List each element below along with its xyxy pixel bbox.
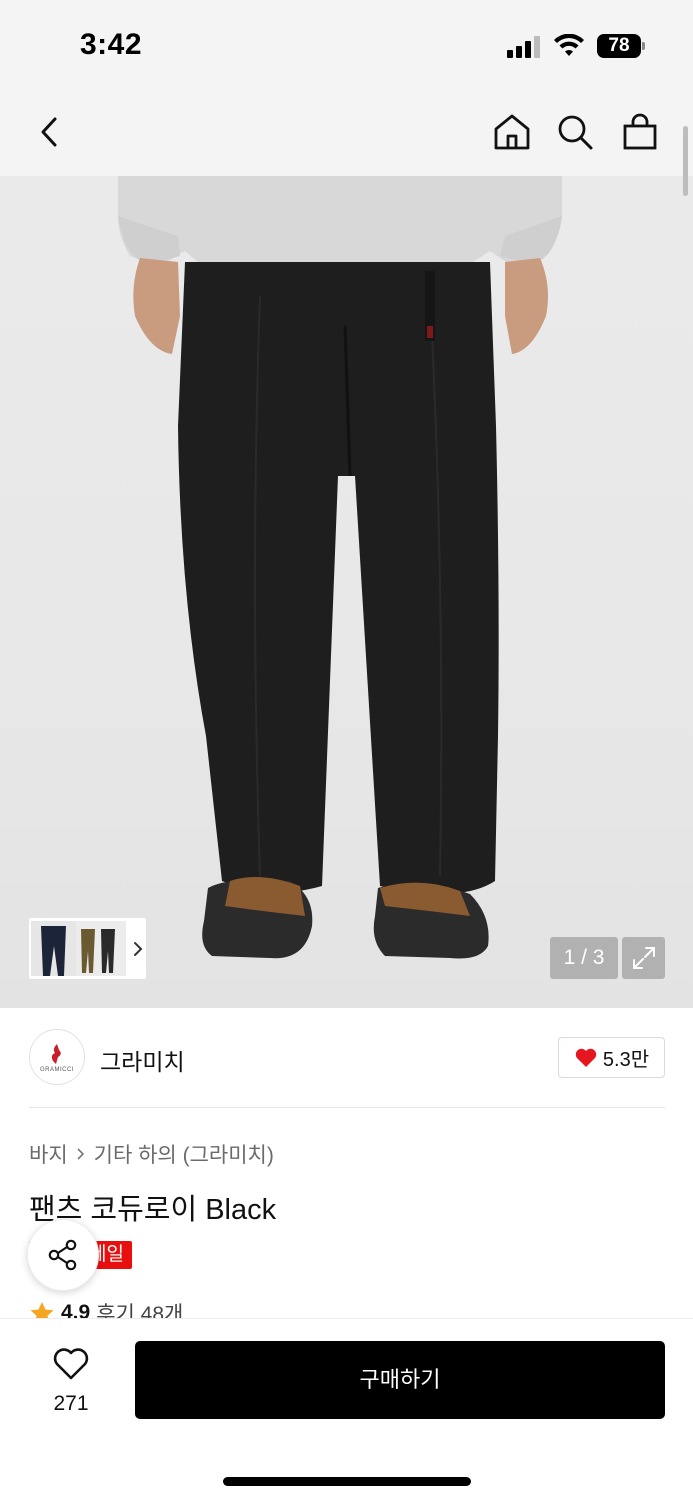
status-time: 3:42 (80, 28, 143, 61)
breadcrumb-item[interactable]: 기타 하의 (그라미치) (94, 1139, 274, 1169)
scrollbar[interactable] (683, 126, 688, 196)
share-button[interactable] (27, 1219, 99, 1291)
share-icon (48, 1239, 77, 1271)
home-indicator[interactable] (223, 1477, 471, 1486)
expand-icon[interactable] (622, 937, 665, 979)
image-page-indicator: 1 / 3 (550, 937, 618, 979)
color-thumbnail-strip[interactable] (29, 918, 146, 979)
chevron-right-icon (134, 941, 143, 956)
color-thumbnails (31, 921, 126, 976)
buy-button[interactable]: 구매하기 (135, 1341, 665, 1419)
brand-name[interactable]: 그라미치 (100, 1043, 185, 1077)
search-icon[interactable] (553, 110, 597, 154)
breadcrumb: 바지 기타 하의 (그라미치) (29, 1139, 274, 1169)
brand-like-count: 5.3만 (602, 1049, 650, 1071)
brand-like-button[interactable]: 5.3만 (558, 1037, 665, 1078)
brand-logo-text: GRAMICCI (40, 1066, 74, 1073)
chevron-right-icon (77, 1148, 84, 1160)
back-icon[interactable] (28, 110, 72, 154)
divider (29, 1107, 665, 1108)
heart-outline-icon (53, 1348, 89, 1380)
wifi-icon (554, 34, 584, 56)
navigation-bar (0, 88, 693, 176)
status-bar: 3:42 78 (0, 0, 693, 88)
breadcrumb-item[interactable]: 바지 (29, 1139, 68, 1169)
product-image[interactable] (0, 176, 693, 1008)
bottom-action-bar: 271 구매하기 (0, 1318, 693, 1500)
battery-level: 78 (597, 34, 641, 58)
cellular-signal-icon (507, 36, 543, 58)
wishlist-button[interactable]: 271 (40, 1347, 102, 1416)
brand-logo-mark (51, 1043, 61, 1064)
wishlist-count: 271 (53, 1392, 89, 1415)
heart-filled-icon (575, 1048, 597, 1067)
brand-logo[interactable]: GRAMICCI (29, 1029, 85, 1085)
battery-icon: 78 (597, 34, 645, 58)
product-photo (118, 176, 562, 959)
home-icon[interactable] (490, 110, 534, 154)
shopping-bag-icon[interactable] (618, 110, 662, 154)
